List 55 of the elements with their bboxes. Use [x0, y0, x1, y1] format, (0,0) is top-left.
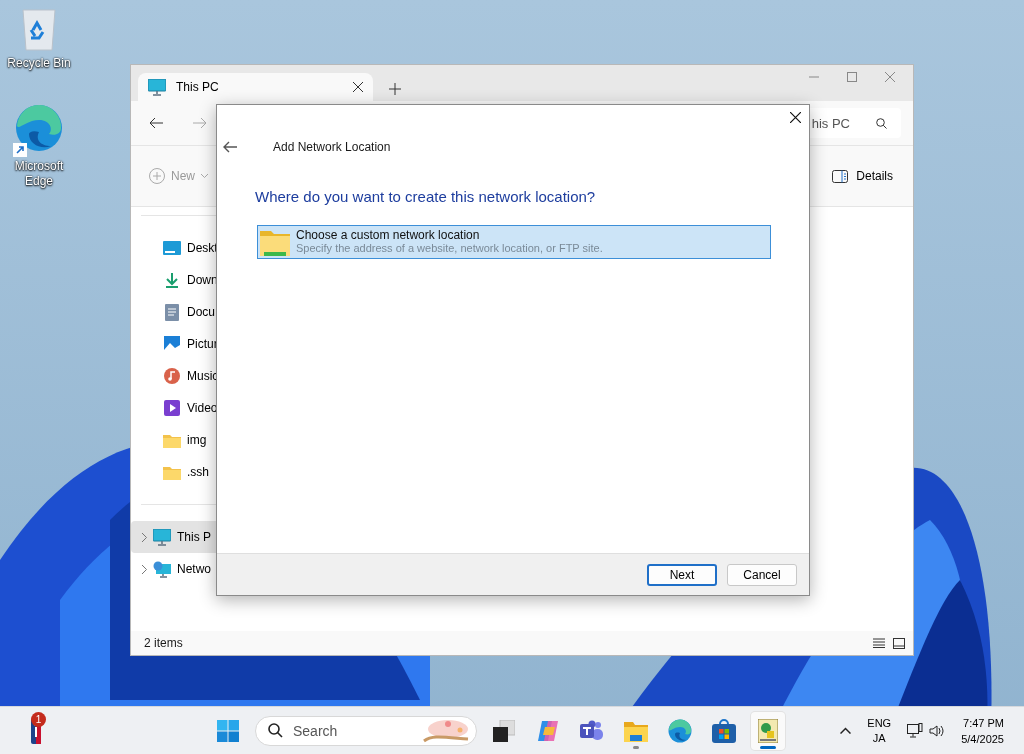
- dialog-button[interactable]: Cancel: [727, 563, 797, 586]
- clock[interactable]: 7:47 PM 5/4/2025: [961, 714, 1004, 747]
- option-title: Choose a custom network location: [296, 228, 481, 242]
- back-arrow-icon[interactable]: [149, 117, 163, 129]
- dialog-title: Add Network Location: [273, 140, 391, 154]
- folder-icon: [163, 432, 181, 448]
- search-highlight-drawing: [422, 718, 470, 743]
- assistant-icon: [536, 718, 560, 743]
- folder-icon: [260, 228, 290, 258]
- option-description: Specify the address of a website, network location, or FTP site.: [296, 242, 603, 254]
- item-count: 2 items: [144, 636, 183, 650]
- search-icon: [268, 723, 283, 738]
- monitor-icon: [153, 528, 171, 546]
- task-view-icon: [493, 719, 515, 742]
- chevron-icon[interactable]: [142, 532, 147, 542]
- chevron-icon[interactable]: [142, 564, 147, 574]
- store-icon: [712, 718, 736, 743]
- dialog-heading: Where do you want to create this network location?: [255, 188, 597, 205]
- recycle-bin-icon[interactable]: [21, 8, 57, 52]
- start-icon: [217, 719, 239, 742]
- download-icon: [164, 272, 180, 288]
- dialog-button[interactable]: Next: [647, 563, 717, 586]
- caret-icon: [201, 174, 208, 178]
- desktop-icon: [163, 241, 181, 255]
- search-icon: [876, 117, 887, 129]
- new-tab-button[interactable]: [389, 83, 401, 95]
- browser-icon: [668, 718, 692, 743]
- close-icon[interactable]: [790, 112, 801, 123]
- taskbar-search-field[interactable]: Search: [255, 715, 477, 746]
- language-indicator[interactable]: ENG JA: [867, 715, 892, 746]
- chevron-up-icon[interactable]: [840, 727, 852, 734]
- plus-icon: [149, 168, 165, 184]
- network-status-icon[interactable]: [907, 722, 924, 739]
- back-arrow-icon[interactable]: [223, 141, 237, 153]
- details-button[interactable]: Details: [832, 169, 893, 183]
- pane-icon: [832, 169, 849, 183]
- tab[interactable]: This PC: [138, 73, 373, 101]
- notification-badge: 1: [31, 711, 46, 727]
- network-icon: [153, 560, 171, 578]
- maximize-icon[interactable]: [847, 72, 857, 82]
- shortcut-arrow-icon: [13, 143, 27, 157]
- folder-icon: [163, 464, 181, 480]
- volume-icon[interactable]: [929, 723, 946, 738]
- document-icon: [165, 303, 179, 321]
- option-item[interactable]: Choose a custom network location Specify the address of a website, network location, or FTP site.: [257, 225, 771, 259]
- chat-icon: [580, 719, 604, 742]
- music-icon: [164, 368, 180, 384]
- folder-icon: [624, 719, 648, 742]
- close-icon[interactable]: [353, 82, 363, 92]
- list-view-icon[interactable]: [873, 637, 885, 648]
- pictures-icon: [164, 336, 180, 352]
- monitor-icon: [148, 78, 166, 96]
- video-icon: [164, 400, 180, 416]
- tiles-view-icon[interactable]: [893, 637, 905, 649]
- browser-icon: [15, 104, 63, 152]
